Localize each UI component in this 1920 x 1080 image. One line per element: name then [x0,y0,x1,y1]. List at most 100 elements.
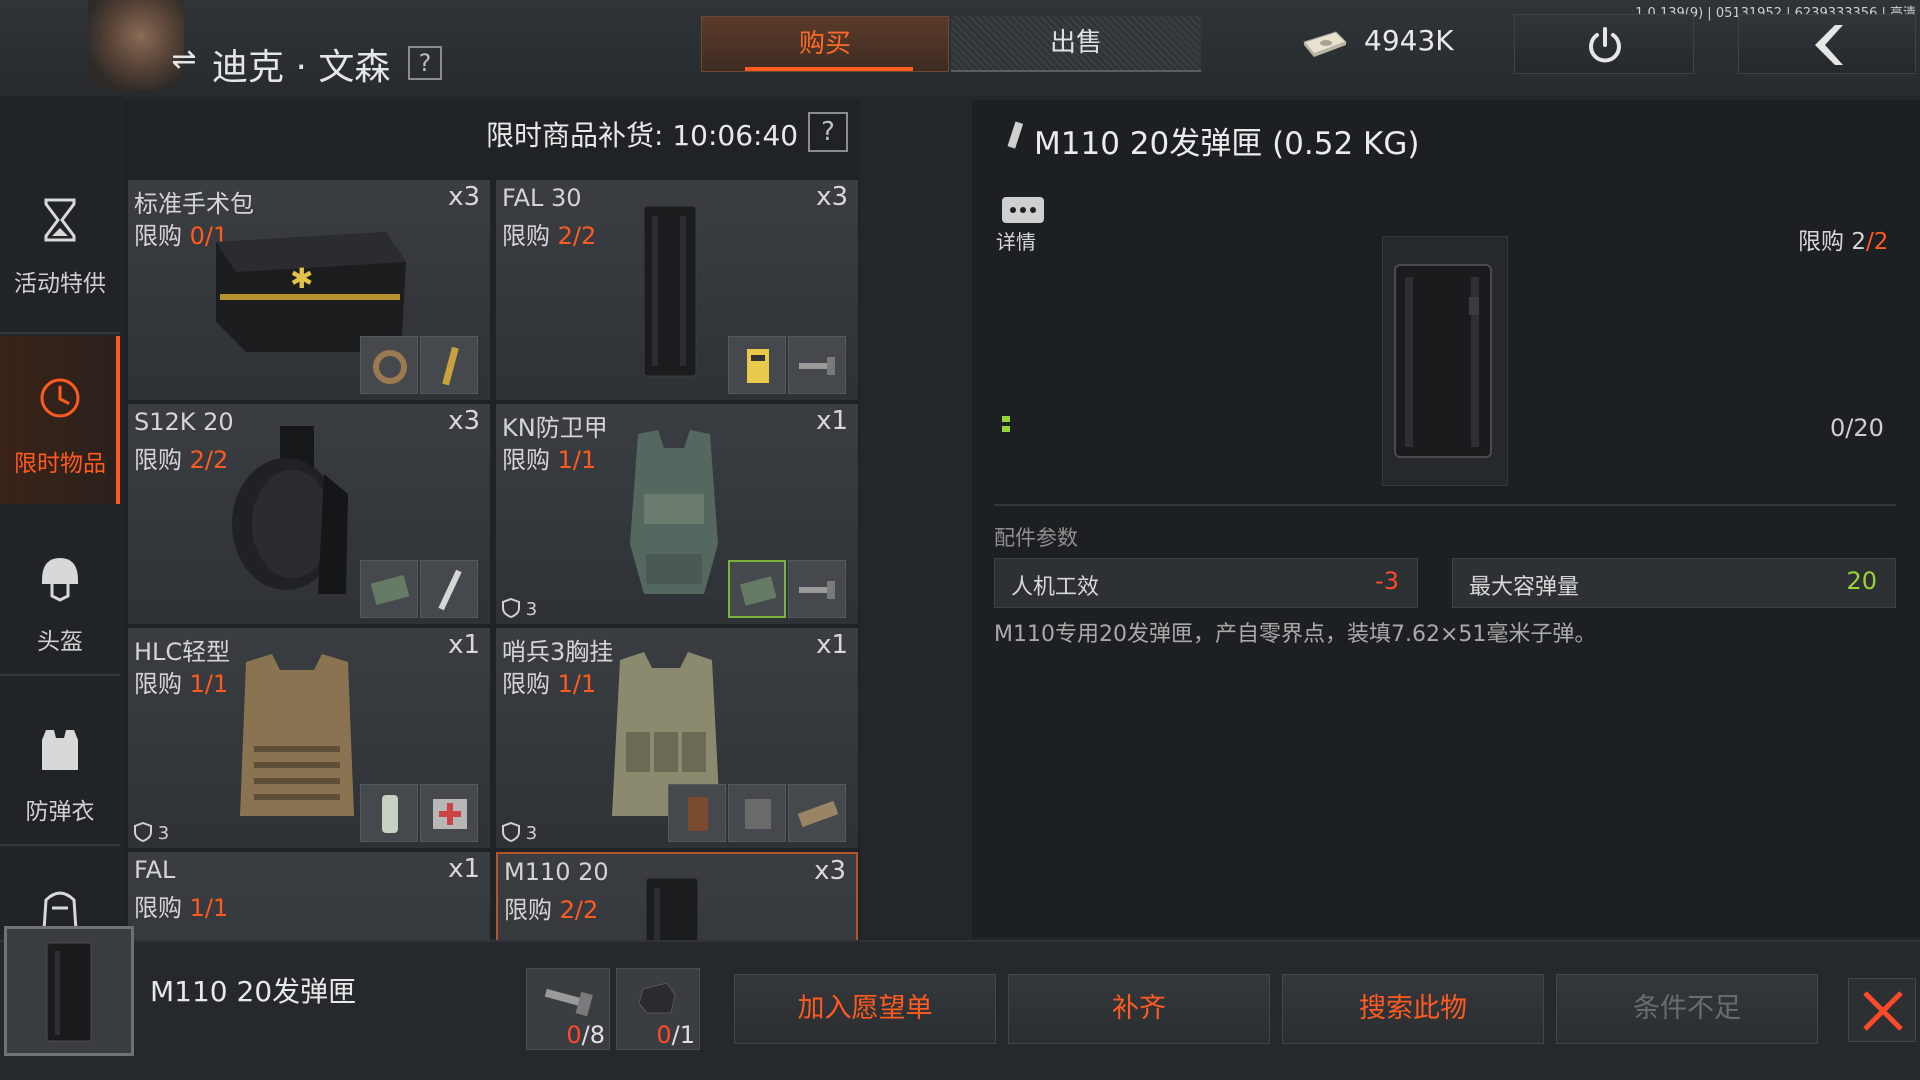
sidebar-item-limited[interactable]: 限时物品 [0,336,120,504]
item-grid: 标准手术包 限购 0/1 x3 ✱ FAL 30 限购 2/2 x3 S12K … [128,168,858,940]
category-sidebar: 活动特供 限时物品 头盔 防弹衣 [0,96,122,934]
chevron-left-icon [1815,25,1843,65]
armor-level: 3 [502,597,537,620]
item-card-sentinel-rig[interactable]: 哨兵3胸挂 限购 1/1 x1 3 [496,628,858,848]
item-card-surgery-kit[interactable]: 标准手术包 限购 0/1 x3 ✱ [128,180,490,400]
help-button[interactable]: ? [408,46,442,80]
sidebar-item-armor[interactable]: 防弹衣 [0,684,120,852]
item-card-hlc-light[interactable]: HLC轻型 限购 1/1 x1 3 [128,628,490,848]
armor-level: 3 [134,821,169,844]
item-limit: 限购 1/1 [134,894,229,922]
sidebar-item-label: 限时物品 [14,451,106,477]
item-card-fal-30[interactable]: FAL 30 限购 2/2 x3 [496,180,858,400]
screw-icon [799,581,835,599]
reward-slot-rope[interactable] [360,336,418,394]
swap-character-icon[interactable]: ⇌ [168,44,200,76]
required-material-screw[interactable]: 0/8 [526,968,610,1050]
tab-active-indicator [745,67,913,71]
detail-title: M110 20发弹匣 (0.52 KG) [1034,126,1420,162]
item-card-s12k-20[interactable]: S12K 20 限购 2/2 x3 [128,404,490,624]
more-icon [1002,197,1044,223]
divider [0,674,120,676]
device-icon [745,799,771,829]
reward-slot-knife[interactable] [420,560,478,618]
item-name: M110 20 [504,858,609,886]
item-card-m110-20[interactable]: M110 20 限购 2/2 x3 [496,852,858,940]
details-label[interactable]: 详情 [996,226,1036,255]
item-quantity: x1 [448,854,480,884]
purchase-button-disabled[interactable]: 条件不足 [1556,974,1818,1044]
param-name: 最大容弹量 [1469,575,1580,600]
reward-slot-card[interactable] [728,336,786,394]
detail-purchase-limit: 限购 2/2 [1798,229,1889,255]
ammo-count: 0/20 [1830,414,1884,442]
item-limit: 限购 1/1 [502,670,597,698]
item-limit: 限购 2/2 [502,222,597,250]
item-limit: 限购 1/1 [134,670,229,698]
power-icon [1589,27,1621,63]
material-count: 0/8 [566,1021,605,1049]
search-item-button[interactable]: 搜索此物 [1282,974,1544,1044]
close-icon [1863,991,1903,1031]
circuit-board-icon [370,574,410,606]
item-limit: 限购 1/1 [502,446,597,474]
reward-slot-bullet[interactable] [420,336,478,394]
item-name: KN防卫甲 [502,414,608,442]
plank-icon [797,800,839,828]
magazine-image [46,942,92,1042]
medkit-icon [433,799,467,829]
back-button[interactable] [1738,14,1916,74]
restock-help-button[interactable]: ? [808,112,848,152]
reward-slot-plank[interactable] [788,784,846,842]
item-limit: 限购 2/2 [504,896,599,924]
param-value: -3 [1375,567,1399,595]
reward-slot-bottle[interactable] [360,784,418,842]
sidebar-item-helmet[interactable]: 头盔 [0,514,120,682]
required-material-mount[interactable]: 0/1 [616,968,700,1050]
item-name: HLC轻型 [134,638,231,666]
reward-slot-can[interactable] [668,784,726,842]
restock-button[interactable]: 补齐 [1008,974,1270,1044]
can-icon [688,797,708,831]
cash-icon [1303,31,1347,57]
knife-icon [438,569,462,611]
shield-icon [502,597,520,619]
reward-slot-device[interactable] [728,784,786,842]
reward-slot-screw[interactable] [788,560,846,618]
sidebar-item-backpack[interactable] [0,866,120,934]
add-to-wishlist-button[interactable]: 加入愿望单 [734,974,996,1044]
sidebar-item-event[interactable]: 活动特供 [0,156,120,324]
bullet-icon [442,346,459,386]
shield-icon [502,821,520,843]
shield-icon [134,821,152,843]
close-button[interactable] [1848,978,1916,1042]
sidebar-item-label: 防弹衣 [25,799,95,825]
param-capacity: 最大容弹量 20 [1452,558,1896,608]
reward-slot-medkit[interactable] [420,784,478,842]
magazine-icon [1007,121,1024,149]
item-quantity: x3 [448,406,480,436]
restock-timer: 限时商品补货: 10:06:40 [486,119,799,152]
reward-slot-board[interactable] [728,560,786,618]
divider [0,844,120,846]
power-button[interactable] [1514,14,1694,74]
item-quantity: x3 [814,856,846,886]
param-name: 人机工效 [1011,575,1100,600]
material-count: 0/1 [656,1021,695,1049]
durability-indicator [1002,416,1010,432]
reward-slot-board[interactable] [360,560,418,618]
tab-buy[interactable]: 购买 [701,16,949,72]
hourglass-icon [44,198,76,242]
selected-item-thumbnail [4,926,134,1056]
tab-sell[interactable]: 出售 [951,16,1201,72]
item-card-fal[interactable]: FAL 限购 1/1 x1 [128,852,490,940]
item-card-kn-armor[interactable]: KN防卫甲 限购 1/1 x1 3 [496,404,858,624]
svg-text:✱: ✱ [290,262,313,295]
screw-icon [799,357,835,375]
mount-part-icon [638,982,676,1014]
drum-magazine-image [232,426,348,594]
reward-slot-screw[interactable] [788,336,846,394]
detail-item-image [1382,236,1508,486]
item-description: M110专用20发弹匣，产自零界点，装填7.62×51毫米子弹。 [994,622,1597,647]
circuit-board-icon [739,576,777,606]
